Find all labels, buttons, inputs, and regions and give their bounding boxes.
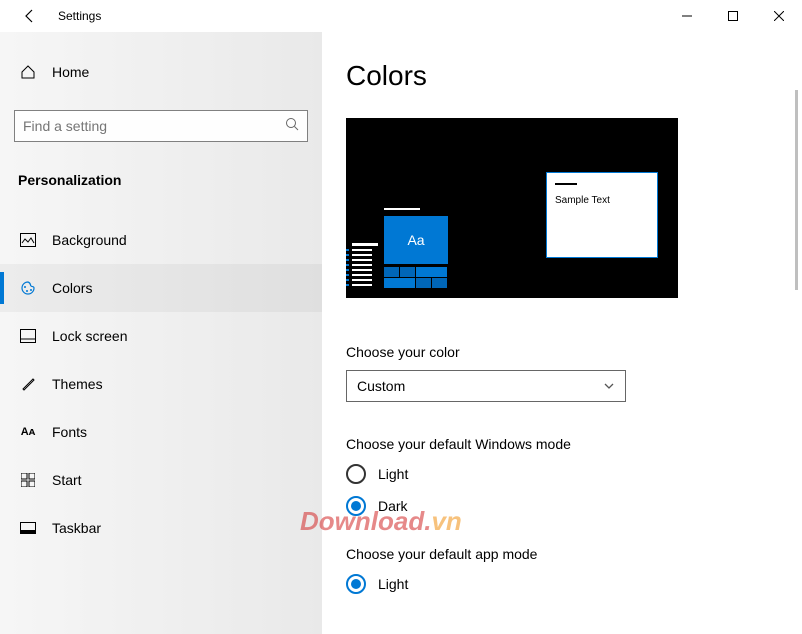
sidebar-item-background[interactable]: Background [0, 216, 322, 264]
window-title: Settings [58, 9, 101, 23]
page-title: Colors [346, 60, 802, 92]
home-label: Home [52, 64, 89, 80]
minimize-button[interactable] [664, 0, 710, 32]
sidebar-item-colors[interactable]: Colors [0, 264, 322, 312]
picture-icon [18, 233, 38, 247]
radio-label: Light [378, 466, 408, 482]
sidebar-item-label: Start [52, 472, 82, 488]
start-icon [18, 473, 38, 487]
back-button[interactable] [10, 0, 50, 32]
sidebar-item-fonts[interactable]: Aᴀ Fonts [0, 408, 322, 456]
search-icon [285, 117, 299, 136]
chevron-down-icon [603, 380, 615, 392]
radio-icon [346, 574, 366, 594]
scrollbar[interactable] [795, 90, 798, 290]
sidebar-item-label: Taskbar [52, 520, 101, 536]
search-box[interactable] [14, 110, 308, 142]
close-button[interactable] [756, 0, 802, 32]
preview-tile-text: Aa [384, 216, 448, 264]
radio-label: Dark [378, 498, 408, 514]
arrow-left-icon [22, 8, 38, 24]
maximize-icon [728, 11, 738, 21]
sidebar-item-label: Themes [52, 376, 103, 392]
windows-mode-light[interactable]: Light [346, 464, 802, 484]
search-input[interactable] [23, 118, 285, 134]
fonts-icon: Aᴀ [18, 426, 38, 438]
palette-icon [18, 280, 38, 296]
brush-icon [18, 376, 38, 392]
choose-color-label: Choose your color [346, 344, 802, 360]
preview-sample-text: Sample Text [555, 195, 649, 206]
radio-label: Light [378, 576, 408, 592]
dropdown-value: Custom [357, 378, 405, 394]
sidebar-item-taskbar[interactable]: Taskbar [0, 504, 322, 552]
radio-icon [346, 496, 366, 516]
color-preview: Aa Sample Text [346, 118, 678, 298]
home-nav[interactable]: Home [0, 52, 322, 92]
sidebar-item-start[interactable]: Start [0, 456, 322, 504]
lockscreen-icon [18, 329, 38, 343]
main-content: Colors Aa [322, 32, 802, 634]
home-icon [18, 64, 38, 80]
app-mode-label: Choose your default app mode [346, 546, 802, 562]
sidebar-item-label: Lock screen [52, 328, 127, 344]
sidebar-item-label: Background [52, 232, 127, 248]
category-title: Personalization [18, 172, 322, 188]
radio-icon [346, 464, 366, 484]
sidebar: Home Personalization Background Colors L… [0, 32, 322, 634]
windows-mode-dark[interactable]: Dark [346, 496, 802, 516]
sidebar-item-label: Colors [52, 280, 92, 296]
sidebar-item-lockscreen[interactable]: Lock screen [0, 312, 322, 360]
sidebar-item-themes[interactable]: Themes [0, 360, 322, 408]
maximize-button[interactable] [710, 0, 756, 32]
app-mode-light[interactable]: Light [346, 574, 802, 594]
close-icon [774, 11, 784, 21]
windows-mode-label: Choose your default Windows mode [346, 436, 802, 452]
sidebar-item-label: Fonts [52, 424, 87, 440]
taskbar-icon [18, 522, 38, 534]
choose-color-dropdown[interactable]: Custom [346, 370, 626, 402]
minimize-icon [682, 11, 692, 21]
